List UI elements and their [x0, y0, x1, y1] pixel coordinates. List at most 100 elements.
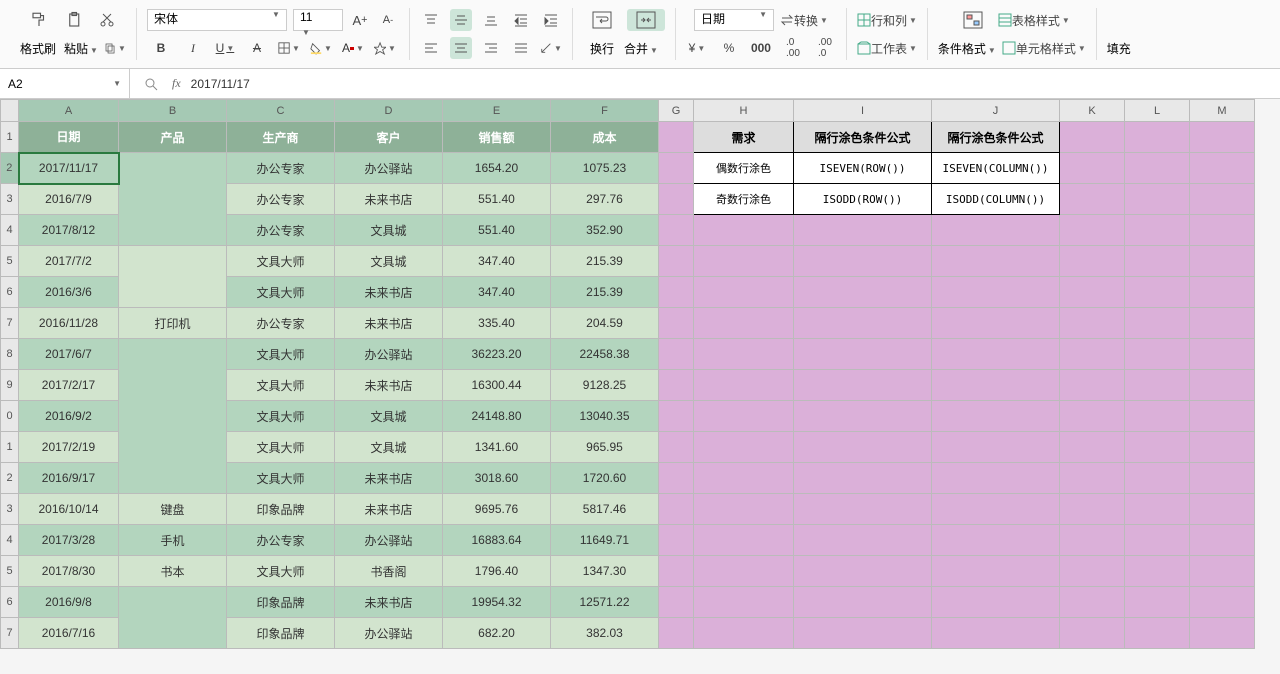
cell-data[interactable]: 1654.20 [443, 153, 551, 184]
cell[interactable] [1060, 432, 1125, 463]
cell-data[interactable]: 未来书店 [335, 587, 443, 618]
cell[interactable] [932, 339, 1060, 370]
paste-label[interactable]: 粘贴▼ [64, 40, 98, 57]
cell-data[interactable]: 办公驿站 [335, 153, 443, 184]
cell[interactable] [1190, 463, 1255, 494]
cell[interactable] [659, 246, 694, 277]
cell[interactable] [1190, 215, 1255, 246]
cell-data[interactable]: 12571.22 [551, 587, 659, 618]
align-center-icon[interactable] [450, 37, 472, 59]
col-header-A[interactable]: A [19, 100, 119, 122]
cell[interactable] [659, 308, 694, 339]
cell[interactable] [659, 618, 694, 649]
cell[interactable] [794, 432, 932, 463]
cell[interactable] [932, 246, 1060, 277]
cell-data[interactable]: 办公驿站 [335, 339, 443, 370]
orientation-icon[interactable]: ▼ [540, 37, 562, 59]
rows-cols-button[interactable]: 行和列▼ [857, 9, 917, 31]
percent-icon[interactable]: % [718, 37, 740, 59]
cell-data[interactable]: 11649.71 [551, 525, 659, 556]
cell[interactable] [659, 215, 694, 246]
cell-data[interactable]: 3018.60 [443, 463, 551, 494]
italic-icon[interactable]: I [182, 37, 204, 59]
cell-data[interactable]: 347.40 [443, 246, 551, 277]
cell[interactable] [1190, 587, 1255, 618]
cell[interactable] [932, 432, 1060, 463]
cell-date[interactable]: 2016/3/6 [19, 277, 119, 308]
table-header[interactable]: 日期 [19, 122, 119, 153]
cell[interactable] [659, 463, 694, 494]
cell-date[interactable]: 2017/11/17 [19, 153, 119, 184]
cell[interactable] [1060, 525, 1125, 556]
cell[interactable] [1060, 463, 1125, 494]
cell-data[interactable]: 297.76 [551, 184, 659, 215]
align-left-icon[interactable] [420, 37, 442, 59]
cell-data[interactable]: 未来书店 [335, 308, 443, 339]
cell-date[interactable]: 2017/3/28 [19, 525, 119, 556]
cell[interactable] [1190, 308, 1255, 339]
row-header[interactable]: 7 [1, 308, 19, 339]
cell-data[interactable]: 682.20 [443, 618, 551, 649]
cell-data[interactable]: 1341.60 [443, 432, 551, 463]
cell[interactable] [694, 339, 794, 370]
cell-date[interactable]: 2017/2/19 [19, 432, 119, 463]
merge-cells-button[interactable] [627, 9, 665, 31]
cell-data[interactable]: 382.03 [551, 618, 659, 649]
row-header[interactable]: 6 [1, 587, 19, 618]
cell[interactable] [1060, 370, 1125, 401]
cell-data[interactable]: 文具城 [335, 215, 443, 246]
decrease-decimal-icon[interactable]: .00.0 [814, 37, 836, 59]
cell-data[interactable]: 办公专家 [227, 525, 335, 556]
aux-header[interactable]: 需求 [694, 122, 794, 153]
table-header[interactable]: 客户 [335, 122, 443, 153]
cell-data[interactable]: 印象品牌 [227, 618, 335, 649]
cell[interactable] [1060, 494, 1125, 525]
cell[interactable] [1190, 153, 1255, 184]
aux-cell[interactable]: ISODD(COLUMN()) [932, 184, 1060, 215]
cell[interactable] [1125, 618, 1190, 649]
cell[interactable] [794, 215, 932, 246]
row-header[interactable]: 5 [1, 556, 19, 587]
cell[interactable] [932, 277, 1060, 308]
cell-data[interactable]: 9695.76 [443, 494, 551, 525]
row-header[interactable]: 1 [1, 432, 19, 463]
cell-product[interactable]: 书本 [119, 556, 227, 587]
insert-function-icon[interactable] [140, 73, 162, 95]
row-header[interactable]: 3 [1, 184, 19, 215]
cell-date[interactable]: 2016/10/14 [19, 494, 119, 525]
aux-header[interactable]: 隔行涂色条件公式 [794, 122, 932, 153]
cell-data[interactable]: 办公专家 [227, 184, 335, 215]
cell[interactable] [794, 339, 932, 370]
aux-header[interactable]: 隔行涂色条件公式 [932, 122, 1060, 153]
cell[interactable] [1190, 432, 1255, 463]
aux-cell[interactable]: 偶数行涂色 [694, 153, 794, 184]
cell[interactable] [1125, 277, 1190, 308]
cell-data[interactable]: 204.59 [551, 308, 659, 339]
cell[interactable] [794, 494, 932, 525]
row-header[interactable]: 8 [1, 339, 19, 370]
cell-data[interactable]: 办公驿站 [335, 618, 443, 649]
cell-data[interactable]: 215.39 [551, 277, 659, 308]
cell[interactable] [659, 153, 694, 184]
cell-data[interactable]: 未来书店 [335, 463, 443, 494]
cell[interactable] [794, 525, 932, 556]
cell[interactable] [1060, 401, 1125, 432]
cell-product[interactable] [119, 246, 227, 308]
row-header[interactable]: 3 [1, 494, 19, 525]
col-header-L[interactable]: L [1125, 100, 1190, 122]
cell-data[interactable]: 文具城 [335, 401, 443, 432]
table-header[interactable]: 成本 [551, 122, 659, 153]
cell[interactable] [1060, 215, 1125, 246]
cell-data[interactable]: 文具大师 [227, 370, 335, 401]
cell-date[interactable]: 2017/6/7 [19, 339, 119, 370]
cell-data[interactable]: 1347.30 [551, 556, 659, 587]
cell[interactable] [1125, 463, 1190, 494]
cell-data[interactable]: 24148.80 [443, 401, 551, 432]
cell-style-button[interactable]: 单元格样式▼ [1002, 37, 1086, 59]
cell[interactable] [932, 525, 1060, 556]
cell-date[interactable]: 2017/7/2 [19, 246, 119, 277]
cell[interactable] [794, 556, 932, 587]
cell-data[interactable]: 9128.25 [551, 370, 659, 401]
number-format-select[interactable]: 日期▼ [694, 9, 774, 31]
cell[interactable] [794, 277, 932, 308]
